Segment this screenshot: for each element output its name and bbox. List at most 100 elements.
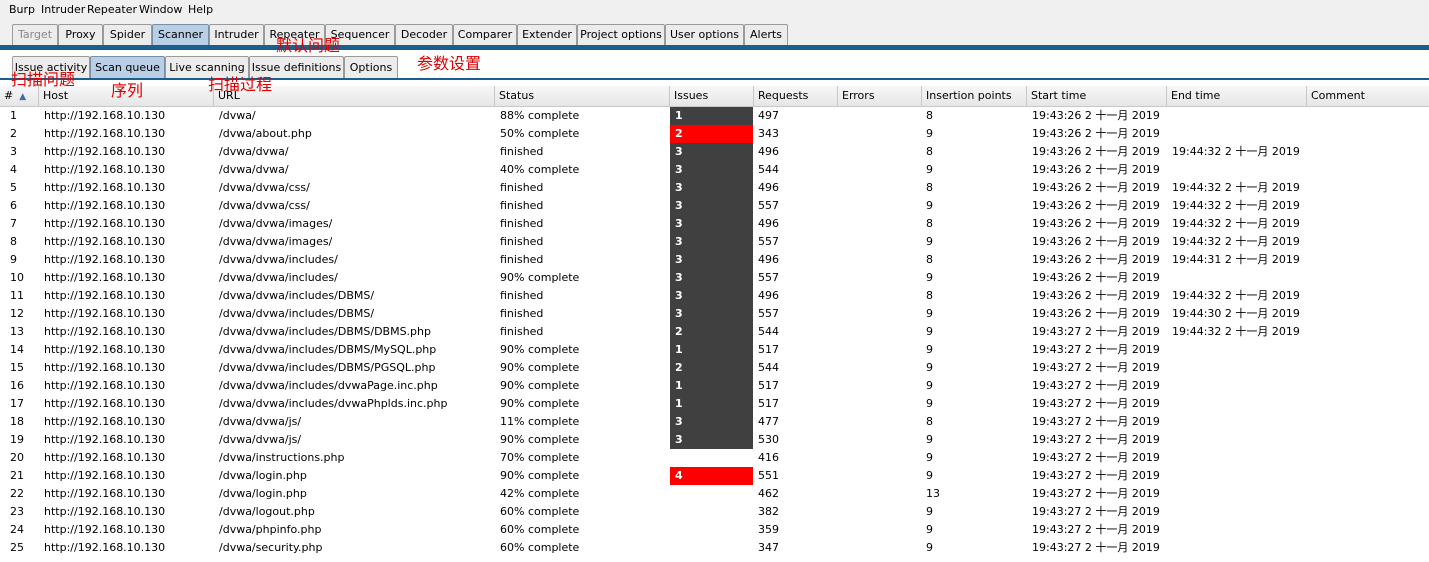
tab-decoder[interactable]: Decoder xyxy=(395,24,453,45)
annotation-queue: 序列 xyxy=(111,81,144,100)
row-host: http://192.168.10.130 xyxy=(44,235,166,248)
table-row[interactable]: 3 18 http://192.168.10.130/dvwa/dvwa/js/11… xyxy=(0,413,1429,431)
row-url: /dvwa/ xyxy=(219,109,256,122)
row-insertion-points: 9 xyxy=(926,271,933,284)
row-host: http://192.168.10.130 xyxy=(44,127,166,140)
table-row[interactable]: 3 5 http://192.168.10.130/dvwa/dvwa/css/fi… xyxy=(0,179,1429,197)
row-issues: 3 xyxy=(670,197,753,215)
col-errors[interactable]: Errors xyxy=(838,86,922,106)
table-row[interactable]: 2 15 http://192.168.10.130/dvwa/dvwa/inclu… xyxy=(0,359,1429,377)
tab-extender[interactable]: Extender xyxy=(517,24,577,45)
table-row[interactable]: 1 14 http://192.168.10.130/dvwa/dvwa/inclu… xyxy=(0,341,1429,359)
row-start-time: 19:43:27 2 十一月 2019 xyxy=(1032,379,1160,392)
row-insertion-points: 9 xyxy=(926,523,933,536)
col-number[interactable]: # ▲ xyxy=(0,86,39,106)
table-row[interactable]: 1 1 http://192.168.10.130/dvwa/88% complet… xyxy=(0,107,1429,125)
table-row[interactable]: 22 http://192.168.10.130/dvwa/login.php 42… xyxy=(0,485,1429,503)
table-row[interactable]: 3 9 http://192.168.10.130/dvwa/dvwa/includ… xyxy=(0,251,1429,269)
row-end-time: 19:44:32 2 十一月 2019 xyxy=(1172,325,1300,338)
row-issues: 3 xyxy=(670,179,753,197)
table-row[interactable]: 2 13 http://192.168.10.130/dvwa/dvwa/inclu… xyxy=(0,323,1429,341)
row-issues: 3 xyxy=(670,431,753,449)
row-url: /dvwa/dvwa/includes/DBMS/ xyxy=(219,307,375,320)
table-row[interactable]: 3 19 http://192.168.10.130/dvwa/dvwa/js/90… xyxy=(0,431,1429,449)
row-host: http://192.168.10.130 xyxy=(44,379,166,392)
table-row[interactable]: 2 2 http://192.168.10.130/dvwa/about.php 50… xyxy=(0,125,1429,143)
col-insertion-points[interactable]: Insertion points xyxy=(922,86,1027,106)
row-requests: 343 xyxy=(758,127,779,140)
table-row[interactable]: 3 12 http://192.168.10.130/dvwa/dvwa/inclu… xyxy=(0,305,1429,323)
menu-burp[interactable]: Burp xyxy=(9,3,35,16)
row-insertion-points: 9 xyxy=(926,361,933,374)
row-host: http://192.168.10.130 xyxy=(44,217,166,230)
tab-user-options[interactable]: User options xyxy=(665,24,744,45)
col-requests[interactable]: Requests xyxy=(754,86,838,106)
row-url: /dvwa/dvwa/includes/DBMS/DBMS.php xyxy=(219,325,431,338)
row-url: /dvwa/dvwa/js/ xyxy=(219,433,302,446)
table-row[interactable]: 3 11 http://192.168.10.130/dvwa/dvwa/inclu… xyxy=(0,287,1429,305)
table-row[interactable]: 3 4 http://192.168.10.130/dvwa/dvwa/40% co… xyxy=(0,161,1429,179)
row-start-time: 19:43:27 2 十一月 2019 xyxy=(1032,487,1160,500)
row-start-time: 19:43:26 2 十一月 2019 xyxy=(1032,109,1160,122)
col-issues[interactable]: Issues xyxy=(670,86,754,106)
table-row[interactable]: 3 6 http://192.168.10.130/dvwa/dvwa/css/fi… xyxy=(0,197,1429,215)
table-row[interactable]: 20 http://192.168.10.130/dvwa/instruction… xyxy=(0,449,1429,467)
row-host: http://192.168.10.130 xyxy=(44,325,166,338)
table-row[interactable]: 3 10 http://192.168.10.130/dvwa/dvwa/inclu… xyxy=(0,269,1429,287)
table-row[interactable]: 3 3 http://192.168.10.130/dvwa/dvwa/finish… xyxy=(0,143,1429,161)
table-row[interactable]: 3 8 http://192.168.10.130/dvwa/dvwa/images… xyxy=(0,233,1429,251)
row-insertion-points: 9 xyxy=(926,307,933,320)
row-number: 10 xyxy=(10,271,24,284)
table-row[interactable]: 25 http://192.168.10.130/dvwa/security.ph… xyxy=(0,539,1429,557)
row-number: 17 xyxy=(10,397,24,410)
table-row[interactable]: 23 http://192.168.10.130/dvwa/logout.php 6… xyxy=(0,503,1429,521)
row-insertion-points: 8 xyxy=(926,253,933,266)
menu-window[interactable]: Window xyxy=(139,3,182,16)
col-status[interactable]: Status xyxy=(495,86,670,106)
row-status: 60% complete xyxy=(500,523,580,536)
row-url: /dvwa/dvwa/ xyxy=(219,163,289,176)
col-end-time[interactable]: End time xyxy=(1167,86,1307,106)
tab-scanner[interactable]: Scanner xyxy=(152,24,209,45)
row-start-time: 19:43:27 2 十一月 2019 xyxy=(1032,361,1160,374)
table-row[interactable]: 3 7 http://192.168.10.130/dvwa/dvwa/images… xyxy=(0,215,1429,233)
row-issues: 4 xyxy=(670,467,753,485)
tab-alerts[interactable]: Alerts xyxy=(744,24,788,45)
menu-help[interactable]: Help xyxy=(188,3,213,16)
menu-repeater[interactable]: Repeater xyxy=(87,3,137,16)
tab-intruder[interactable]: Intruder xyxy=(209,24,264,45)
col-start-time[interactable]: Start time xyxy=(1027,86,1167,106)
row-url: /dvwa/dvwa/includes/ xyxy=(219,253,338,266)
subtab-options[interactable]: Options xyxy=(344,56,398,78)
table-row[interactable]: 1 16 http://192.168.10.130/dvwa/dvwa/inclu… xyxy=(0,377,1429,395)
tab-spider[interactable]: Spider xyxy=(103,24,152,45)
tab-target[interactable]: Target xyxy=(12,24,58,45)
tab-proxy[interactable]: Proxy xyxy=(58,24,103,45)
menu-intruder[interactable]: Intruder xyxy=(41,3,85,16)
row-status: 90% complete xyxy=(500,271,580,284)
row-number: 3 xyxy=(10,145,17,158)
row-url: /dvwa/dvwa/ xyxy=(219,145,289,158)
table-row[interactable]: 24 http://192.168.10.130/dvwa/phpinfo.php… xyxy=(0,521,1429,539)
row-requests: 544 xyxy=(758,325,779,338)
row-number: 4 xyxy=(10,163,17,176)
row-requests: 557 xyxy=(758,199,779,212)
row-start-time: 19:43:27 2 十一月 2019 xyxy=(1032,469,1160,482)
table-row[interactable]: 4 21 http://192.168.10.130/dvwa/login.php 9… xyxy=(0,467,1429,485)
row-status: finished xyxy=(500,253,544,266)
row-insertion-points: 8 xyxy=(926,415,933,428)
row-status: 42% complete xyxy=(500,487,580,500)
row-number: 11 xyxy=(10,289,24,302)
row-host: http://192.168.10.130 xyxy=(44,181,166,194)
row-url: /dvwa/instructions.php xyxy=(219,451,345,464)
subtab-scan-queue[interactable]: Scan queue xyxy=(90,56,165,78)
tab-comparer[interactable]: Comparer xyxy=(453,24,517,45)
tab-project-options[interactable]: Project options xyxy=(577,24,665,45)
table-row[interactable]: 1 17 http://192.168.10.130/dvwa/dvwa/inclu… xyxy=(0,395,1429,413)
row-insertion-points: 13 xyxy=(926,487,940,500)
row-host: http://192.168.10.130 xyxy=(44,271,166,284)
row-end-time: 19:44:32 2 十一月 2019 xyxy=(1172,289,1300,302)
row-issues: 1 xyxy=(670,395,753,413)
col-comment[interactable]: Comment xyxy=(1307,86,1429,106)
row-insertion-points: 8 xyxy=(926,289,933,302)
